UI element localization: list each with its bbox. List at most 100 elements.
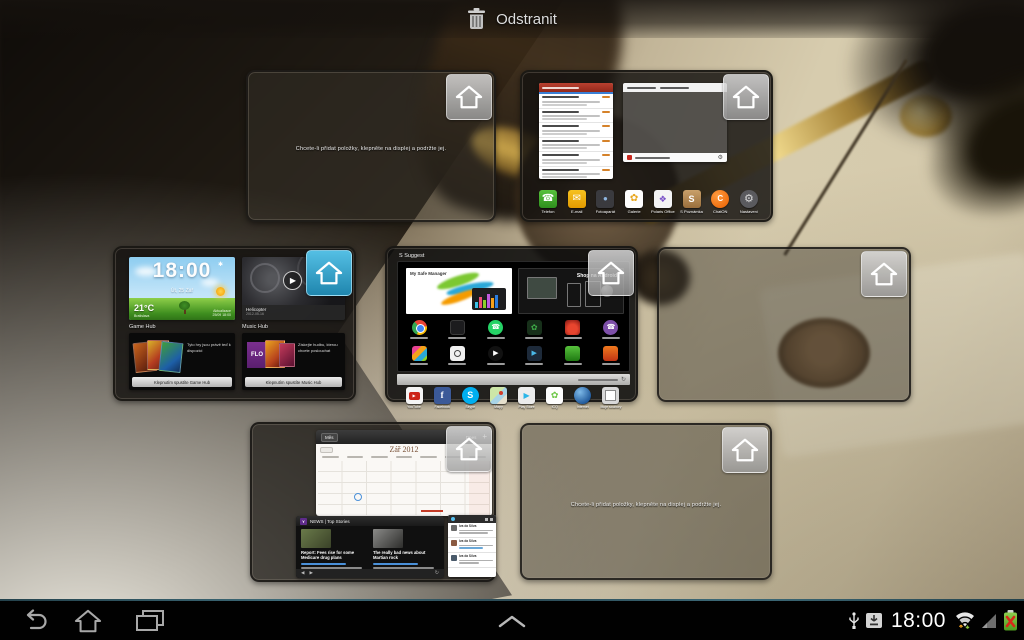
chevron-up-icon xyxy=(498,615,526,628)
play-button-icon: ▶ xyxy=(283,271,302,290)
news-thumbnail xyxy=(373,529,403,548)
green-app-icon xyxy=(565,346,581,361)
avatar xyxy=(451,554,457,561)
movies-app-icon: ▶ xyxy=(526,346,542,361)
page-thumbnail-4[interactable]: S Suggest My Safe Manager Shop na Androi… xyxy=(385,246,638,409)
home-indicator-4[interactable] xyxy=(588,250,634,296)
screen: Odstranit Chcete-li přidat položky, klep… xyxy=(0,0,1024,640)
tree xyxy=(179,301,190,310)
browser-widget: ⚙ xyxy=(623,83,727,162)
clover-app-icon: ✿ xyxy=(526,320,542,335)
temperature: 21°C xyxy=(134,303,155,313)
whatsapp-icon: ☎ xyxy=(488,320,504,335)
music-hub-widget: FLO Získejte hudbu, kterou chcete poslou… xyxy=(242,333,345,390)
chaton-icon: C xyxy=(711,190,730,208)
home-icon xyxy=(455,437,483,461)
weather-clock-widget: 18:00 ✱ Út, 25 Zář 21°C Bratislava Aktua… xyxy=(129,257,235,320)
news-widget: Y NEWS | Top Stories Report: Fees rise f… xyxy=(296,516,444,578)
page-thumbnail-1[interactable]: Chcete-li přidat položky, klepněte na di… xyxy=(246,70,496,222)
back-button[interactable] xyxy=(10,607,54,635)
album-cover: FLO xyxy=(247,342,267,368)
play-store-icon: ▶ xyxy=(518,387,536,404)
facebook-icon: f xyxy=(433,387,451,404)
suggested-apps-row-2: ▶ ▶ xyxy=(404,346,626,365)
prev-icon: ◀ xyxy=(301,570,305,576)
clock-app-icon xyxy=(449,346,465,361)
system-navigation-bar: 18:00 xyxy=(0,599,1024,640)
weather-updated: Aktualizace 25/09 18:00 xyxy=(212,308,232,318)
my-files-icon xyxy=(602,387,620,404)
home-icon xyxy=(597,261,625,285)
widget-status-strip: ↻ xyxy=(397,374,630,385)
home-indicator-6[interactable] xyxy=(446,426,492,472)
home-indicator-7[interactable] xyxy=(722,427,768,473)
refresh-icon: ↻ xyxy=(620,376,626,383)
settings-icon: ⚙ xyxy=(739,190,758,208)
polaris-office-icon: ❖ xyxy=(653,190,672,208)
home-indicator-1[interactable] xyxy=(446,74,492,120)
home-button[interactable] xyxy=(66,607,110,635)
trash-icon xyxy=(468,8,486,29)
twitter-bird-icon xyxy=(451,517,455,521)
s-suggest-title: S Suggest xyxy=(399,253,425,259)
signal-strength-icon xyxy=(982,613,996,628)
icq-icon: ✿ xyxy=(546,387,564,404)
usb-icon xyxy=(849,611,859,629)
refresh-icon: ↻ xyxy=(434,570,439,576)
player-app-icon: ▶ xyxy=(488,346,504,361)
home-indicator-3-selected[interactable] xyxy=(306,250,352,296)
banner-my-safe-manager: My Safe Manager xyxy=(406,268,512,314)
calendar-event-marker xyxy=(421,510,443,512)
news-thumbnail xyxy=(301,529,331,548)
status-area: 18:00 xyxy=(848,601,1018,640)
internet-globe-icon xyxy=(574,387,592,404)
favicon xyxy=(627,155,632,160)
twitter-widget: Iva da Silva Iva da Silva Iva da Silva xyxy=(448,515,496,577)
avatar xyxy=(451,525,457,531)
email-widget xyxy=(539,83,613,179)
device-graphic xyxy=(472,288,506,310)
recent-apps-button[interactable] xyxy=(128,607,172,635)
page-thumbnail-6[interactable]: Měs Dnes + Zář 2012 Y NEWS | Top Stories xyxy=(250,422,496,582)
home-icon xyxy=(732,85,760,109)
empty-page-hint: Chcete-li přidat položky, klepněte na di… xyxy=(570,501,722,508)
city-label: Bratislava xyxy=(134,314,150,318)
back-icon xyxy=(26,609,47,630)
battery-icon xyxy=(1004,610,1017,631)
download-status-icon xyxy=(865,613,882,628)
page-thumbnail-7[interactable]: Chcete-li přidat položky, klepněte na di… xyxy=(520,423,772,580)
app-icon xyxy=(449,320,465,335)
s-note-icon: S xyxy=(682,190,701,208)
dock-shortcut-row: ▶ YouTube f Facebook S Skype Mapy ▶ Play Sto… xyxy=(401,387,624,409)
page-thumbnail-5[interactable] xyxy=(657,247,911,402)
phone-icon: ☎ xyxy=(539,190,557,208)
calendar-selected-day xyxy=(354,493,362,501)
camera-icon: ● xyxy=(596,190,615,208)
mini-apps-tray-button[interactable] xyxy=(490,607,534,635)
home-indicator-2[interactable] xyxy=(723,74,769,120)
sun-icon xyxy=(216,287,225,296)
home-indicator-5[interactable] xyxy=(861,251,907,297)
status-clock: 18:00 xyxy=(890,608,946,632)
game-hub-label: Game Hub xyxy=(129,324,156,330)
remove-drop-bar[interactable]: Odstranit xyxy=(0,0,1024,38)
chrome-icon xyxy=(411,320,427,335)
skype-icon: S xyxy=(461,387,479,404)
home-icon xyxy=(870,262,898,286)
recent-apps-icon xyxy=(136,610,164,631)
empty-page-hint: Chcete-li přidat položky, klepněte na di… xyxy=(295,146,447,152)
yahoo-news-icon: Y xyxy=(300,517,307,525)
game-hub-widget: Tyto hry jsou právě teď k dispozici Klep… xyxy=(129,333,235,390)
home-icon xyxy=(731,438,759,462)
wifi-icon xyxy=(956,612,974,629)
home-icon xyxy=(455,85,483,109)
maps-icon xyxy=(489,387,507,404)
angry-birds-icon xyxy=(565,320,581,335)
remove-label: Odstranit xyxy=(496,10,557,28)
suggested-apps-row-1: ☎ ✿ ☎ xyxy=(404,320,626,339)
page-thumbnail-3-current[interactable]: 18:00 ✱ Út, 25 Zář 21°C Bratislava Aktua… xyxy=(113,246,356,401)
mosaic-app-icon xyxy=(411,346,427,361)
youtube-icon: ▶ xyxy=(405,387,423,404)
next-icon: ▶ xyxy=(309,570,313,576)
page-thumbnail-2[interactable]: ⚙ ☎ Telefon ✉ E-mail ● Fotoaparát ✿ Galerie … xyxy=(520,70,773,222)
